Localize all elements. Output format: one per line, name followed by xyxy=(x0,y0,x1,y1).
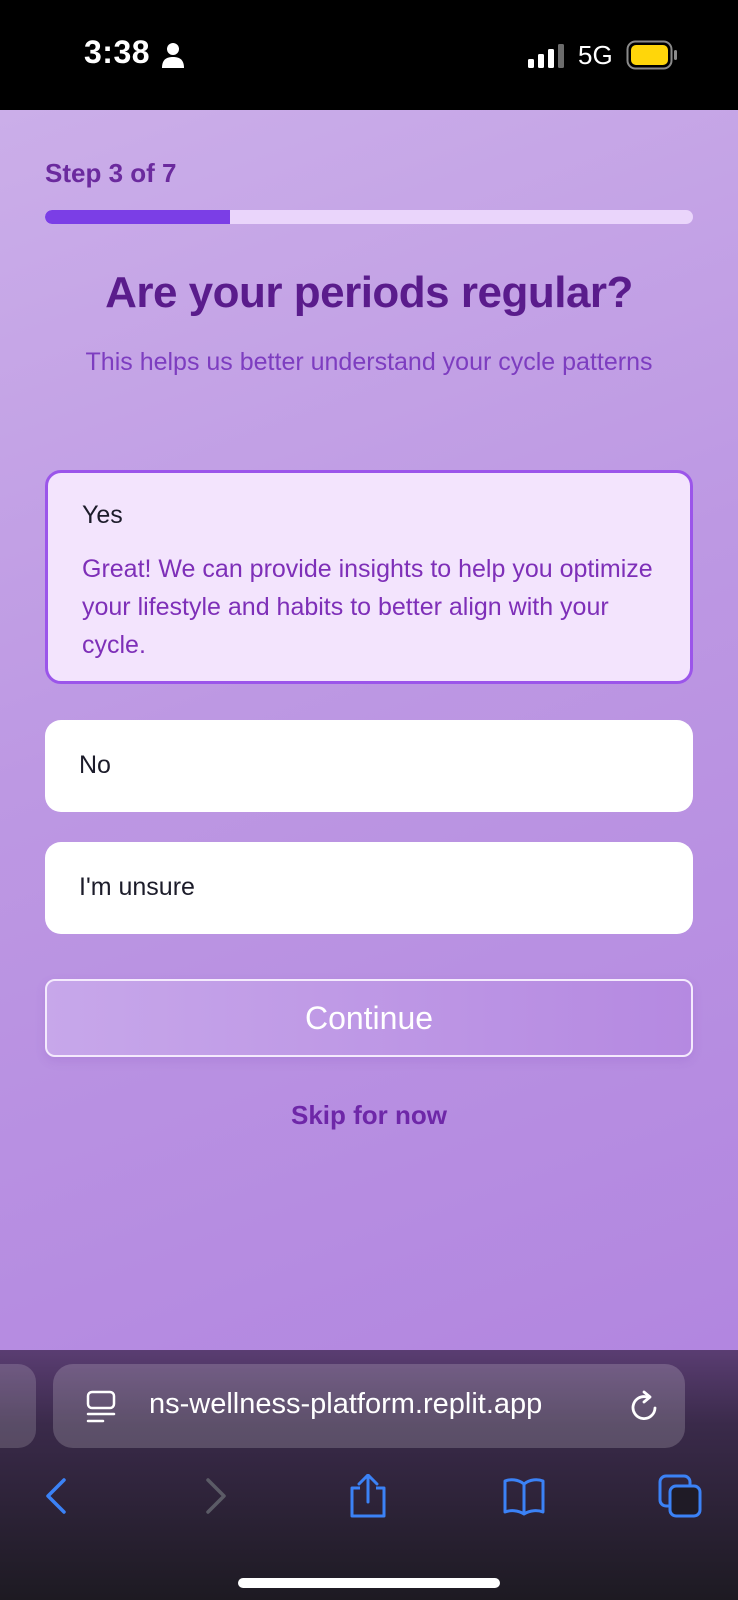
status-time: 3:38 xyxy=(84,34,151,70)
page-menu-icon[interactable] xyxy=(85,1390,117,1424)
progress-bar-fill xyxy=(45,210,231,224)
option-yes[interactable]: Yes Great! We can provide insights to he… xyxy=(45,470,693,684)
browser-toolbar: ns-wellness-platform.replit.app xyxy=(0,1350,738,1600)
skip-link[interactable]: Skip for now xyxy=(0,1100,738,1131)
question-title: Are your periods regular? xyxy=(105,268,633,317)
address-bar[interactable]: ns-wellness-platform.replit.app xyxy=(53,1364,685,1448)
person-icon xyxy=(162,43,184,68)
previous-tab-preview[interactable] xyxy=(0,1364,36,1448)
option-description: Great! We can provide insights to help y… xyxy=(82,555,653,659)
bookmarks-icon[interactable] xyxy=(502,1474,546,1518)
forward-icon[interactable] xyxy=(192,1474,236,1518)
reload-icon[interactable] xyxy=(629,1390,661,1424)
network-type: 5G xyxy=(578,40,613,70)
status-bar: 3:38 5G xyxy=(0,0,738,110)
option-unsure[interactable]: I'm unsure xyxy=(45,842,693,934)
step-indicator: Step 3 of 7 xyxy=(45,158,177,188)
back-icon[interactable] xyxy=(36,1474,80,1518)
home-indicator xyxy=(238,1578,500,1588)
continue-button[interactable]: Continue xyxy=(45,979,693,1057)
progress-bar xyxy=(45,210,693,224)
battery-icon xyxy=(626,40,677,70)
option-label: I'm unsure xyxy=(79,873,195,901)
cellular-signal-icon xyxy=(528,44,564,68)
url-text: ns-wellness-platform.replit.app xyxy=(149,1388,543,1420)
share-icon[interactable] xyxy=(346,1474,390,1518)
option-no[interactable]: No xyxy=(45,720,693,812)
option-label: No xyxy=(79,751,111,779)
question-subtitle: This helps us better understand your cyc… xyxy=(85,348,653,376)
onboarding-page: Step 3 of 7 Are your periods regular? Th… xyxy=(0,110,738,1350)
option-label: Yes xyxy=(82,501,123,529)
tabs-icon[interactable] xyxy=(658,1474,702,1518)
